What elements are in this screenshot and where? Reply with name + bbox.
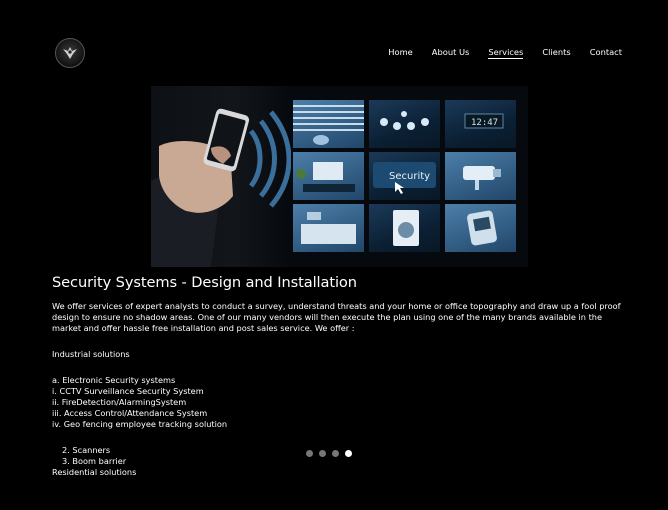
- list-item: i. CCTV Surveillance Security System: [52, 386, 204, 396]
- list-item: a. Electronic Security systems: [52, 375, 176, 385]
- main-nav: Home About Us Services Clients Contact: [369, 46, 622, 59]
- residential-solutions-heading: Residential solutions: [52, 467, 137, 477]
- cctv-camera-tile: [445, 152, 516, 200]
- logo[interactable]: [55, 38, 85, 68]
- svg-text:12:47: 12:47: [471, 118, 498, 128]
- digital-clock-tile: 12:47: [445, 100, 516, 148]
- ceiling-light-tile: [369, 100, 440, 148]
- list-item: iv. Geo fencing employee tracking soluti…: [52, 419, 228, 429]
- list-item: 3. Boom barrier: [62, 456, 127, 466]
- list-item: 2. Scanners: [62, 445, 111, 455]
- hand-with-phone-image: [151, 86, 292, 267]
- washing-machine-tile: [369, 204, 440, 252]
- slider-dot-1[interactable]: [306, 450, 313, 457]
- intro-paragraph: We offer services of expert analysts to …: [52, 301, 621, 333]
- slider-dot-4[interactable]: [345, 450, 352, 457]
- list-item: ii. FireDetection/AlarmingSystem: [52, 397, 187, 407]
- industrial-solutions-heading: Industrial solutions: [52, 349, 130, 359]
- slider-pagination: [306, 450, 352, 457]
- thermostat-tile: [445, 204, 516, 252]
- window-blinds-tile: [293, 100, 364, 148]
- nav-home[interactable]: Home: [388, 46, 413, 59]
- nav-services[interactable]: Services: [488, 46, 524, 59]
- slider-dot-3[interactable]: [332, 450, 339, 457]
- page-title: Security Systems - Design and Installati…: [52, 274, 357, 291]
- hero-slide-image: 12:47 Security: [151, 86, 528, 267]
- living-room-tile: [293, 152, 364, 200]
- nav-about-us[interactable]: About Us: [432, 46, 470, 59]
- slider-dot-2[interactable]: [319, 450, 326, 457]
- nav-clients[interactable]: Clients: [542, 46, 570, 59]
- nav-contact[interactable]: Contact: [590, 46, 622, 59]
- list-item: iii. Access Control/Attendance System: [52, 408, 208, 418]
- kitchen-tile: [293, 204, 364, 252]
- security-login-tile: Security: [369, 152, 440, 200]
- eagle-emblem-icon: [63, 47, 77, 59]
- svg-text:Security: Security: [389, 171, 430, 182]
